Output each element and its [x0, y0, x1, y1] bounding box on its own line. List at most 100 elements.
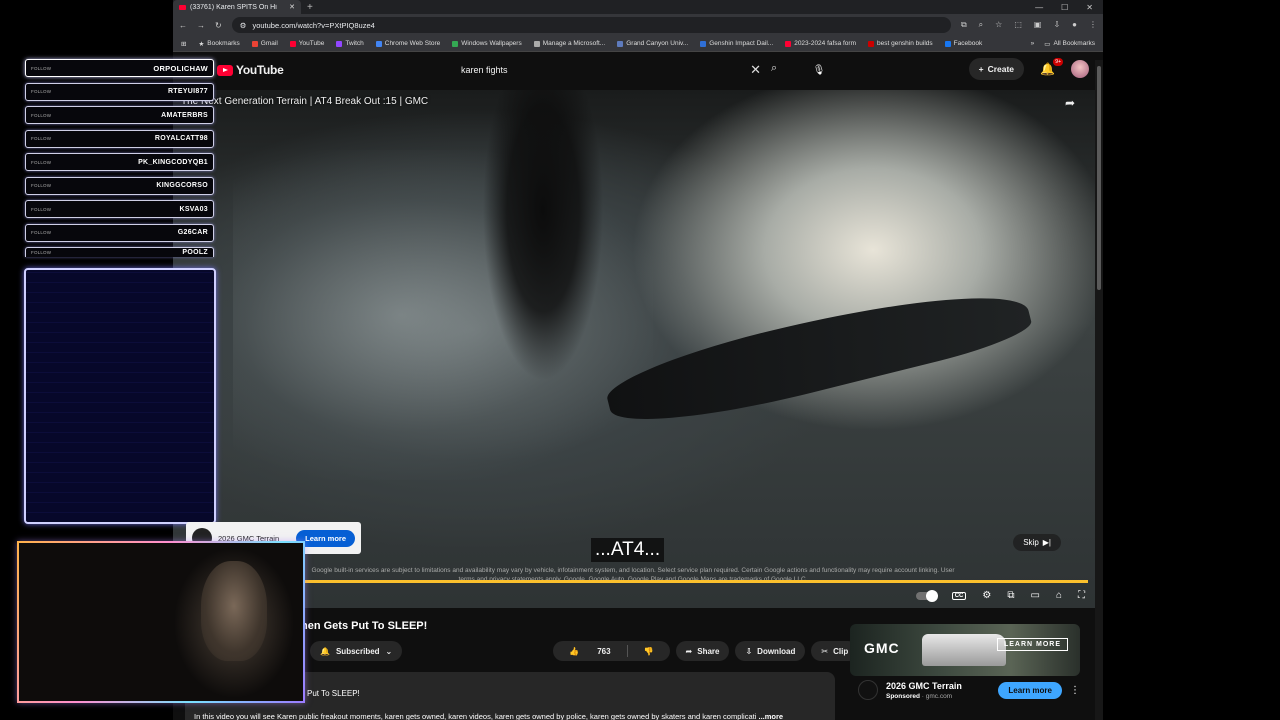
follower-list: FOLLOW ORPOLICHAW FOLLOW RTEYUI877 FOLLOW A… — [25, 59, 214, 263]
bookmark-label: Manage a Microsoft... — [542, 40, 606, 47]
stream-chat-panel — [24, 268, 216, 524]
follower-name: G26CAR — [177, 229, 208, 236]
webcam-person — [201, 561, 267, 661]
youtube-play-icon — [217, 64, 233, 76]
search-query: karen fights — [461, 65, 508, 75]
zoom-icon[interactable]: ⌕ — [979, 20, 983, 30]
avatar[interactable] — [1071, 60, 1089, 78]
notifications-button[interactable]: 🔔 9+ — [1040, 58, 1063, 76]
folder-icon: ▭ — [1044, 40, 1051, 48]
bookmark-4[interactable]: Chrome Web Store — [375, 40, 440, 47]
follower-row: FOLLOW AMATERBRS — [25, 106, 214, 124]
chevron-right-icon[interactable]: » — [1031, 40, 1035, 48]
fullscreen-icon[interactable]: ⛶ — [1078, 590, 1085, 601]
bookmark-5[interactable]: Windows Wallpapers — [452, 40, 522, 47]
sidepanel-icon[interactable]: ▣ — [1034, 20, 1042, 30]
autoplay-toggle[interactable] — [915, 589, 938, 602]
follower-name: KSVA03 — [179, 205, 208, 213]
youtube-favicon-icon — [179, 4, 186, 10]
follower-name: KINGGCORSO — [156, 182, 208, 189]
chevron-down-icon: ⌄ — [385, 646, 393, 656]
new-tab-button[interactable]: + — [307, 2, 313, 13]
description-more-link[interactable]: ...more — [758, 712, 783, 720]
maximize-icon[interactable]: ☐ — [1061, 3, 1068, 12]
ad-banner[interactable]: GMC LEARN MORE — [850, 624, 1080, 676]
dislike-button[interactable]: 👎 — [628, 647, 670, 656]
profile-icon[interactable]: ● — [1072, 20, 1077, 30]
share-button[interactable]: ➦ Share — [675, 641, 730, 661]
description-title: Put To SLEEP! — [307, 689, 360, 698]
bookmark-8[interactable]: Genshin Impact Dail... — [700, 40, 773, 47]
scroll-thumb[interactable] — [1097, 66, 1101, 290]
youtube-icon — [289, 40, 296, 47]
search-icon[interactable]: ⌕ — [771, 62, 777, 75]
follow-tag: FOLLOW — [31, 250, 52, 255]
ad-banner-button[interactable]: LEARN MORE — [996, 638, 1068, 651]
bookmark-label: Facebook — [953, 40, 983, 47]
share-arrow-icon[interactable]: ➦ — [1065, 96, 1075, 110]
captions-icon[interactable]: CC — [951, 591, 967, 600]
like-count: 763 — [597, 646, 611, 656]
bookmark-label: YouTube — [298, 40, 325, 47]
page-scrollbar[interactable] — [1095, 60, 1103, 720]
cast-icon[interactable]: ⌂ — [1056, 590, 1062, 601]
all-bookmarks[interactable]: ▭ All Bookmarks — [1044, 40, 1095, 48]
sidebar-ad[interactable]: GMC LEARN MORE 2026 GMC Terrain Sponsore… — [850, 624, 1080, 720]
sponsored-label: Sponsored — [886, 692, 920, 700]
video-ad-title[interactable]: The Next Generation Terrain | AT4 Break … — [181, 96, 428, 107]
bookmark-label: Windows Wallpapers — [461, 40, 522, 47]
video-title: hen Gets Put To SLEEP! — [301, 620, 428, 632]
search-input[interactable]: karen fights ✕ — [451, 58, 761, 82]
downloads-icon[interactable]: ⇩ — [1053, 20, 1060, 30]
bookmark-9[interactable]: 2023-2024 fafsa form — [785, 40, 856, 47]
miniplayer-icon[interactable]: ⧉ — [1007, 590, 1014, 601]
follow-tag: FOLLOW — [31, 230, 52, 235]
apps-icon[interactable]: ⊞ — [181, 40, 186, 48]
clear-search-icon[interactable]: ✕ — [750, 62, 761, 78]
video-surfer — [473, 90, 623, 450]
bookmark-2[interactable]: YouTube — [289, 40, 325, 47]
bookmark-11[interactable]: Facebook — [944, 40, 983, 47]
ad-title[interactable]: 2026 GMC Terrain — [886, 681, 962, 691]
browser-window: (33761) Karen SPITS On Hi ✕ + — ☐ ✕ ← → … — [173, 0, 1103, 720]
extensions-icon[interactable]: ⬚ — [1014, 20, 1022, 30]
reload-icon[interactable]: ↻ — [215, 21, 222, 30]
install-icon[interactable]: ⧉ — [961, 20, 967, 30]
bookmark-6[interactable]: Manage a Microsoft... — [533, 40, 606, 47]
gmc-logo-icon — [858, 680, 878, 700]
like-button[interactable]: 👍 763 — [553, 647, 627, 656]
fafsa-icon — [785, 40, 792, 47]
bookmark-3[interactable]: Twitch — [336, 40, 364, 47]
create-button[interactable]: + Create — [968, 58, 1025, 80]
header-actions: + Create 🔔 9+ — [968, 58, 1089, 80]
subscribed-button[interactable]: 🔔 Subscribed ⌄ — [310, 641, 403, 661]
skip-ad-button[interactable]: Skip ▶| — [1013, 534, 1061, 551]
bookmark-7[interactable]: Grand Canyon Univ... — [617, 40, 688, 47]
bookmark-10[interactable]: best genshin builds — [868, 40, 933, 47]
follow-tag: FOLLOW — [31, 183, 52, 188]
star-icon[interactable]: ☆ — [995, 20, 1002, 30]
close-window-icon[interactable]: ✕ — [1086, 3, 1093, 12]
ad-progress-bar[interactable] — [305, 580, 1088, 583]
tab-youtube[interactable]: (33761) Karen SPITS On Hi ✕ — [173, 0, 301, 14]
ad-menu-icon[interactable]: ⋮ — [1070, 685, 1080, 696]
bookmark-1[interactable]: Gmail — [251, 40, 278, 47]
bookmark-label: Grand Canyon Univ... — [626, 40, 689, 47]
forward-icon[interactable]: → — [197, 21, 205, 30]
theater-mode-icon[interactable]: ▭ — [1031, 590, 1040, 601]
ad-learn-more-button[interactable]: Learn more — [998, 681, 1062, 699]
bookmark-0[interactable]: ★ Bookmarks — [198, 40, 239, 48]
back-icon[interactable]: ← — [179, 21, 187, 30]
address-bar[interactable]: ⚙ youtube.com/watch?v=PXtPIQ8uze4 — [231, 17, 951, 33]
youtube-logo[interactable]: YouTube — [217, 63, 284, 77]
settings-gear-icon[interactable]: ⚙ — [982, 590, 991, 601]
mic-icon[interactable]: 🎙 — [807, 58, 831, 82]
minimize-icon[interactable]: — — [1035, 3, 1043, 12]
bookmark-label: Twitch — [345, 40, 364, 47]
download-button[interactable]: ⇩ Download — [735, 641, 806, 661]
close-tab-icon[interactable]: ✕ — [289, 3, 295, 11]
video-surfboard — [600, 269, 1036, 441]
site-info-icon[interactable]: ⚙ — [240, 21, 247, 30]
menu-icon[interactable]: ⋮ — [1089, 20, 1097, 30]
youtube-header: YouTube karen fights ✕ ⌕ 🎙 + Create 🔔 9+ — [173, 52, 1103, 88]
